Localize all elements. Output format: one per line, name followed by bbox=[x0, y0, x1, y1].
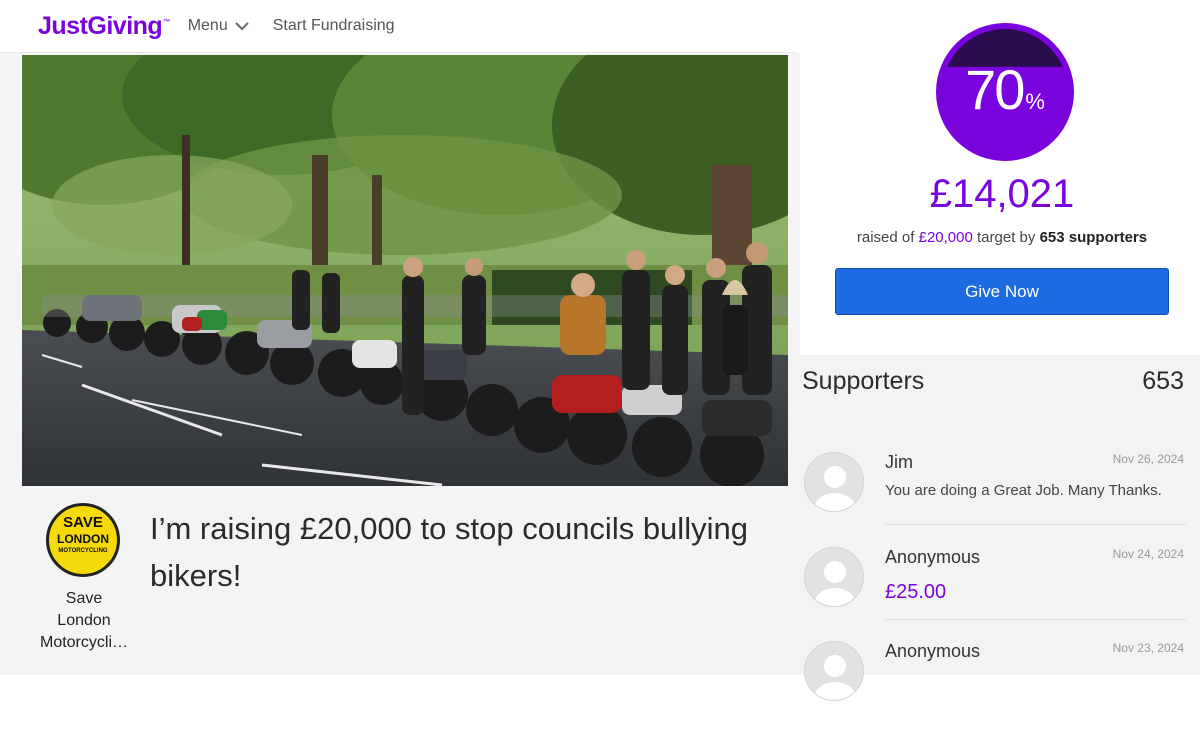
donation-item[interactable]: Jim Nov 26, 2024 You are doing a Great J… bbox=[800, 452, 1200, 546]
top-navigation: JustGiving™ Menu Start Fundraising bbox=[0, 0, 795, 53]
hero-image bbox=[22, 55, 788, 486]
donor-name: Jim bbox=[885, 452, 913, 472]
donation-date: Nov 23, 2024 bbox=[1112, 641, 1184, 655]
raised-prefix: raised of bbox=[856, 229, 915, 246]
percent-value: 70 bbox=[965, 58, 1025, 121]
user-avatar-icon bbox=[804, 547, 864, 607]
charity-logo-line-3: MOTORCYCLING bbox=[58, 548, 108, 554]
justgiving-logo[interactable]: JustGiving™ bbox=[38, 12, 170, 41]
percent-sign: % bbox=[1025, 89, 1045, 114]
donation-date: Nov 26, 2024 bbox=[1112, 452, 1184, 466]
start-fundraising-link[interactable]: Start Fundraising bbox=[273, 17, 395, 35]
menu-label: Menu bbox=[187, 17, 228, 34]
progress-percent: 70% bbox=[935, 60, 1075, 120]
give-now-button[interactable]: Give Now bbox=[835, 268, 1169, 315]
charity-name-line: Motorcycli… bbox=[39, 634, 128, 651]
supporters-count-text: 653 supporters bbox=[1039, 229, 1148, 246]
supporters-count: 653 bbox=[1142, 367, 1184, 395]
donation-divider bbox=[885, 524, 1186, 525]
logo-trademark: ™ bbox=[163, 19, 170, 27]
supporters-title: Supporters bbox=[802, 367, 925, 395]
donor-name: Anonymous bbox=[885, 547, 981, 567]
charity-name[interactable]: Save London Motorcycli… bbox=[30, 588, 138, 654]
raised-summary: raised of £20,000 target by 653 supporte… bbox=[835, 229, 1169, 246]
progress-circle: 70% bbox=[935, 22, 1075, 162]
donation-divider bbox=[885, 619, 1186, 620]
target-by: target by bbox=[977, 229, 1036, 246]
donation-message: You are doing a Great Job. Many Thanks. bbox=[885, 482, 1162, 499]
user-avatar-icon bbox=[804, 641, 864, 701]
donor-name: Anonymous bbox=[885, 641, 981, 661]
donation-date: Nov 24, 2024 bbox=[1112, 547, 1184, 561]
logo-text: JustGiving bbox=[38, 11, 163, 40]
charity-name-line: London bbox=[57, 612, 111, 629]
chevron-down-icon bbox=[235, 21, 249, 30]
target-amount: £20,000 bbox=[918, 229, 973, 246]
donation-item[interactable]: Anonymous Nov 23, 2024 bbox=[800, 641, 1200, 735]
charity-logo[interactable]: SAVE LONDON MOTORCYCLING bbox=[46, 503, 120, 577]
charity-logo-line-1: SAVE bbox=[63, 514, 103, 531]
charity-logo-line-2: LONDON bbox=[57, 532, 109, 546]
user-avatar-icon bbox=[804, 452, 864, 512]
donation-amount: £25.00 bbox=[885, 581, 947, 603]
charity-name-line: Save bbox=[65, 590, 103, 607]
donation-item[interactable]: Anonymous Nov 24, 2024 £25.00 bbox=[800, 547, 1200, 641]
raised-amount: £14,021 bbox=[929, 172, 1075, 216]
menu-button[interactable]: Menu bbox=[188, 17, 249, 35]
page-title: I’m raising £20,000 to stop councils bul… bbox=[150, 511, 748, 593]
